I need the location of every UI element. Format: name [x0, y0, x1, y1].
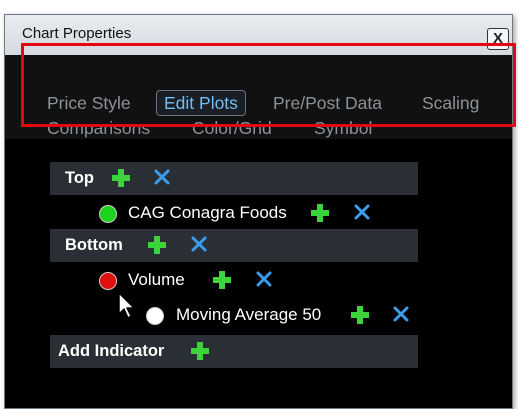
- add-plus-icon[interactable]: [310, 203, 330, 223]
- tab-bar: Price Style Edit Plots Pre/Post Data Sca…: [5, 55, 512, 139]
- color-swatch-volume[interactable]: [99, 272, 117, 290]
- add-indicator-label: Add Indicator: [58, 342, 165, 360]
- remove-x-icon[interactable]: [392, 305, 410, 323]
- tab-scaling[interactable]: Scaling: [422, 93, 479, 114]
- color-swatch-moving-average[interactable]: [146, 307, 164, 325]
- tab-pre-post-data[interactable]: Pre/Post Data: [273, 93, 382, 114]
- add-plus-icon[interactable]: [147, 235, 167, 255]
- section-label-bottom: Bottom: [65, 236, 123, 254]
- add-plus-icon[interactable]: [111, 168, 131, 188]
- remove-x-icon[interactable]: [255, 270, 273, 288]
- add-plus-icon[interactable]: [190, 341, 210, 361]
- dialog-title: Chart Properties: [22, 25, 132, 42]
- section-row-bottom: Bottom: [50, 229, 418, 262]
- add-plus-icon[interactable]: [212, 270, 232, 290]
- title-bar[interactable]: Chart Properties X: [5, 15, 512, 55]
- tab-symbol[interactable]: Symbol: [314, 118, 372, 139]
- add-indicator-row[interactable]: Add Indicator: [50, 335, 418, 368]
- remove-x-icon[interactable]: [153, 168, 171, 186]
- tab-edit-plots[interactable]: Edit Plots: [156, 90, 246, 116]
- tab-price-style[interactable]: Price Style: [47, 93, 131, 114]
- add-plus-icon[interactable]: [350, 305, 370, 325]
- plot-label-cag: CAG Conagra Foods: [128, 203, 287, 222]
- section-label-top: Top: [65, 169, 95, 187]
- tab-color-grid[interactable]: Color/Grid: [192, 118, 272, 139]
- remove-x-icon[interactable]: [190, 235, 208, 253]
- remove-x-icon[interactable]: [353, 203, 371, 221]
- section-row-top: Top: [50, 162, 418, 195]
- color-swatch-cag[interactable]: [99, 205, 117, 223]
- close-button[interactable]: X: [487, 28, 509, 50]
- plot-label-moving-average: Moving Average 50: [176, 305, 322, 324]
- plot-label-volume: Volume: [128, 270, 185, 289]
- tab-comparisons[interactable]: Comparisons: [47, 118, 150, 139]
